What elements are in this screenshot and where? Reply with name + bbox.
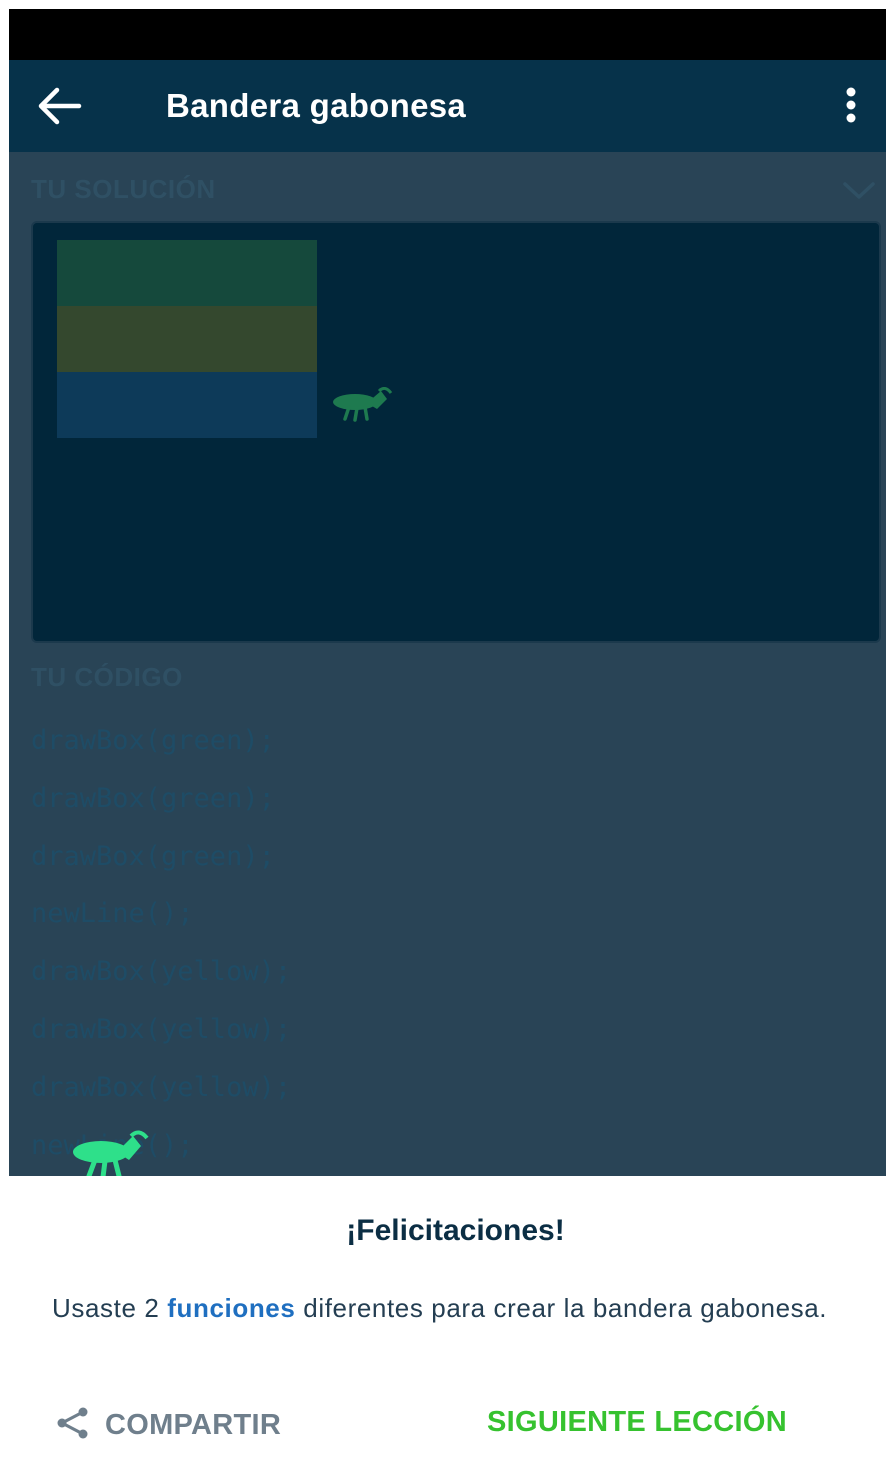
code-line: drawBox(green); bbox=[31, 725, 275, 756]
app-screen: Bandera gabonesa TU SOLUCIÓN TU CÓDIGO d… bbox=[9, 9, 886, 1464]
code-section-label: TU CÓDIGO bbox=[31, 662, 183, 692]
result-sheet: ¡Felicitaciones! Usaste 2 funciones dife… bbox=[9, 1176, 886, 1464]
share-icon bbox=[55, 1406, 91, 1445]
more-vertical-icon[interactable] bbox=[835, 86, 867, 126]
solution-canvas bbox=[31, 221, 881, 643]
message-text: Usaste 2 bbox=[52, 1293, 168, 1323]
functions-link[interactable]: funciones bbox=[167, 1293, 295, 1323]
code-listing: drawBox(green); drawBox(green); drawBox(… bbox=[31, 712, 291, 1174]
app-bar: Bandera gabonesa bbox=[9, 60, 886, 152]
result-message: Usaste 2 funciones diferentes para crear… bbox=[52, 1286, 862, 1330]
code-line: drawBox(yellow); bbox=[31, 956, 292, 988]
share-button[interactable]: COMPARTIR bbox=[55, 1406, 281, 1445]
solution-section-label: TU SOLUCIÓN bbox=[31, 174, 216, 204]
flag-stripe-blue bbox=[57, 372, 317, 438]
flag-stripe-yellow bbox=[57, 306, 317, 372]
congrats-title: ¡Felicitaciones! bbox=[346, 1214, 565, 1247]
code-line: newLine(); bbox=[31, 1117, 291, 1175]
code-line: drawBox(green); bbox=[31, 840, 275, 872]
status-bar bbox=[9, 9, 886, 60]
next-lesson-button[interactable]: SIGUIENTE LECCIÓN bbox=[487, 1406, 787, 1439]
page-title: Bandera gabonesa bbox=[166, 87, 467, 124]
grasshopper-icon bbox=[331, 386, 393, 428]
code-line: drawBox(yellow); bbox=[31, 1013, 292, 1045]
flag-stripe-green bbox=[57, 240, 317, 306]
grasshopper-mascot-icon bbox=[71, 1130, 149, 1176]
arrow-left-icon[interactable] bbox=[35, 86, 83, 126]
chevron-down-icon[interactable] bbox=[841, 180, 877, 202]
share-label: COMPARTIR bbox=[105, 1409, 282, 1441]
code-line: newLine(); bbox=[31, 898, 194, 930]
code-line: drawBox(yellow); bbox=[31, 1071, 292, 1103]
message-text-end: diferentes para crear la bandera gabones… bbox=[295, 1293, 828, 1323]
code-line: drawBox(green); bbox=[31, 782, 275, 814]
lesson-content: TU SOLUCIÓN TU CÓDIGO drawBox(green); dr… bbox=[9, 152, 886, 1176]
